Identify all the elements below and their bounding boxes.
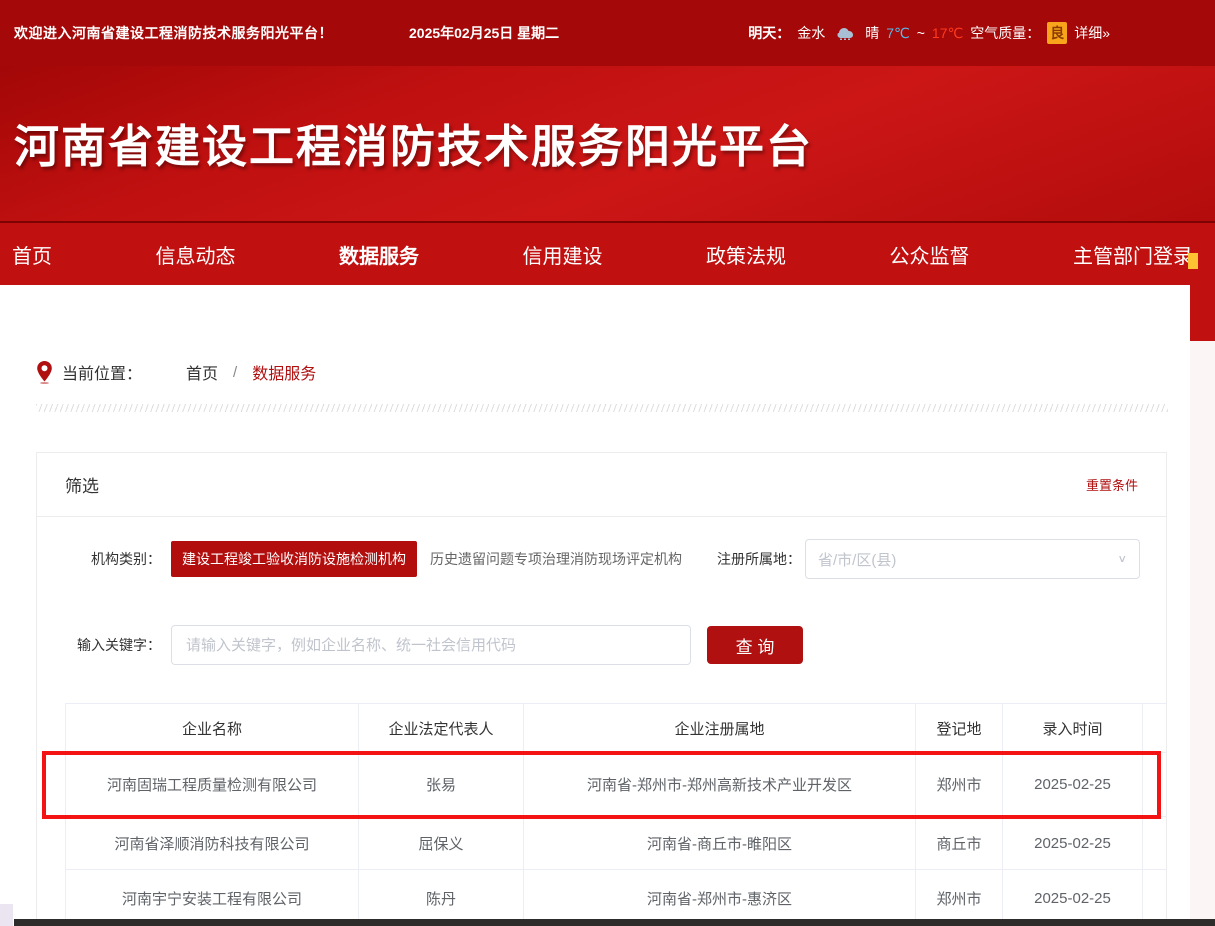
filter-card-header: 筛选 重置条件 <box>37 453 1166 517</box>
top-bar: 欢迎进入河南省建设工程消防技术服务阳光平台！ 2025年02月25日 星期二 明… <box>0 0 1215 66</box>
keyword-label: 输入关键字： <box>37 635 161 655</box>
cell-blank <box>1143 817 1168 870</box>
col-header-company: 企业名称 <box>66 704 359 753</box>
nav-item-admin-login[interactable]: 主管部门登录 <box>1073 240 1193 269</box>
reset-filters-button[interactable]: 重置条件 <box>1086 475 1138 494</box>
breadcrumb-current-link[interactable]: 数据服务 <box>252 360 316 384</box>
cell-entry-date: 2025-02-25 <box>1003 753 1143 817</box>
category-label: 机构类别： <box>37 549 161 569</box>
breadcrumb-label: 当前位置： <box>62 360 142 384</box>
temp-high: 17℃ <box>932 25 963 42</box>
nav-item-data-service[interactable]: 数据服务 <box>339 240 419 269</box>
nav-item-news[interactable]: 信息动态 <box>156 240 236 269</box>
main-nav: 首页 信息动态 数据服务 信用建设 政策法规 公众监督 主管部门登录 <box>0 221 1215 285</box>
results-table: 企业名称 企业法定代表人 企业注册属地 登记地 录入时间 河南固瑞工程质量检测有… <box>65 703 1167 926</box>
cell-company: 河南宇宁安装工程有限公司 <box>66 870 359 926</box>
nav-item-policy[interactable]: 政策法规 <box>706 240 786 269</box>
page: 欢迎进入河南省建设工程消防技术服务阳光平台！ 2025年02月25日 星期二 明… <box>0 0 1215 926</box>
temp-low: 7℃ <box>886 25 910 42</box>
search-button[interactable]: 查 询 <box>707 626 803 664</box>
bottom-left-fragment <box>0 904 13 926</box>
category-option-selected[interactable]: 建设工程竣工验收消防设施检测机构 <box>171 541 417 577</box>
table-row-3: 河南宇宁安装工程有限公司 陈丹 河南省-郑州市-惠济区 郑州市 2025-02-… <box>66 870 1168 926</box>
breadcrumb-separator: / <box>233 364 237 381</box>
weather-city: 金水 <box>797 23 825 43</box>
aqi-badge: 良 <box>1047 22 1067 44</box>
col-header-registration-city: 登记地 <box>916 704 1003 753</box>
cell-entry-date: 2025-02-25 <box>1003 870 1143 926</box>
chevron-down-icon: ∨ <box>1117 553 1127 566</box>
category-filter-row: 机构类别： 建设工程竣工验收消防设施检测机构 历史遗留问题专项治理消防现场评定机… <box>37 541 1167 577</box>
cell-entry-date: 2025-02-25 <box>1003 817 1143 870</box>
floating-widget-icon-fragment <box>1188 253 1198 269</box>
cell-legal-rep: 陈丹 <box>359 870 524 926</box>
col-header-blank <box>1143 704 1168 753</box>
col-header-registered-place: 企业注册属地 <box>524 704 916 753</box>
floating-widget-fragment <box>1190 285 1215 341</box>
nav-item-credit[interactable]: 信用建设 <box>523 240 603 269</box>
bottom-dark-bar <box>14 919 1215 926</box>
col-header-entry-date: 录入时间 <box>1003 704 1143 753</box>
date-text: 2025年02月25日 星期二 <box>409 23 559 43</box>
nav-item-home[interactable]: 首页 <box>12 240 52 269</box>
cell-registration-city: 郑州市 <box>916 753 1003 817</box>
breadcrumb: 当前位置： 首页 / 数据服务 <box>36 360 316 384</box>
location-pin-icon <box>36 360 53 384</box>
weather-label: 明天： <box>748 23 790 43</box>
weather-condition: 晴 <box>865 23 879 43</box>
cell-company: 河南固瑞工程质量检测有限公司 <box>66 753 359 817</box>
cell-company: 河南省泽顺消防科技有限公司 <box>66 817 359 870</box>
cell-registration-city: 商丘市 <box>916 817 1003 870</box>
page-title: 河南省建设工程消防技术服务阳光平台 <box>14 110 813 175</box>
cell-blank <box>1143 870 1168 926</box>
page-edge-strip <box>1190 285 1215 926</box>
table-row-1: 河南固瑞工程质量检测有限公司 张易 河南省-郑州市-郑州高新技术产业开发区 郑州… <box>66 753 1168 817</box>
weather-detail-link[interactable]: 详细» <box>1074 23 1110 43</box>
col-header-legal-rep: 企业法定代表人 <box>359 704 524 753</box>
temp-tilde: ~ <box>917 25 925 41</box>
nav-item-supervision[interactable]: 公众监督 <box>890 240 970 269</box>
cell-registered-place: 河南省-郑州市-惠济区 <box>524 870 916 926</box>
table-row-2: 河南省泽顺消防科技有限公司 屈保义 河南省-商丘市-睢阳区 商丘市 2025-0… <box>66 817 1168 870</box>
cell-legal-rep: 张易 <box>359 753 524 817</box>
region-select-placeholder: 省/市/区(县) <box>818 549 1117 570</box>
results-table-wrap: 企业名称 企业法定代表人 企业注册属地 登记地 录入时间 河南固瑞工程质量检测有… <box>65 703 1167 926</box>
region-label: 注册所属地： <box>705 549 801 569</box>
site-header: 河南省建设工程消防技术服务阳光平台 <box>0 66 1215 221</box>
keyword-input[interactable] <box>171 625 691 665</box>
welcome-text: 欢迎进入河南省建设工程消防技术服务阳光平台！ <box>14 23 333 43</box>
cell-registered-place: 河南省-商丘市-睢阳区 <box>524 817 916 870</box>
cell-registration-city: 郑州市 <box>916 870 1003 926</box>
table-header-row: 企业名称 企业法定代表人 企业注册属地 登记地 录入时间 <box>66 704 1168 753</box>
cell-legal-rep: 屈保义 <box>359 817 524 870</box>
cell-registered-place: 河南省-郑州市-郑州高新技术产业开发区 <box>524 753 916 817</box>
cell-blank <box>1143 753 1168 817</box>
category-option-other[interactable]: 历史遗留问题专项治理消防现场评定机构 <box>430 549 682 569</box>
filter-title: 筛选 <box>65 472 99 497</box>
filter-card: 筛选 重置条件 机构类别： 建设工程竣工验收消防设施检测机构 历史遗留问题专项治… <box>36 452 1167 926</box>
aqi-label: 空气质量： <box>970 23 1040 43</box>
cloud-icon <box>832 23 858 43</box>
breadcrumb-home-link[interactable]: 首页 <box>186 360 218 384</box>
keyword-filter-row: 输入关键字： 查 询 <box>37 625 1167 665</box>
slash-divider <box>36 404 1168 412</box>
weather-widget: 明天： 金水 晴 7℃ ~ 17℃ 空气质量： 良 详细» <box>748 22 1110 44</box>
region-select[interactable]: 省/市/区(县) ∨ <box>805 539 1140 579</box>
